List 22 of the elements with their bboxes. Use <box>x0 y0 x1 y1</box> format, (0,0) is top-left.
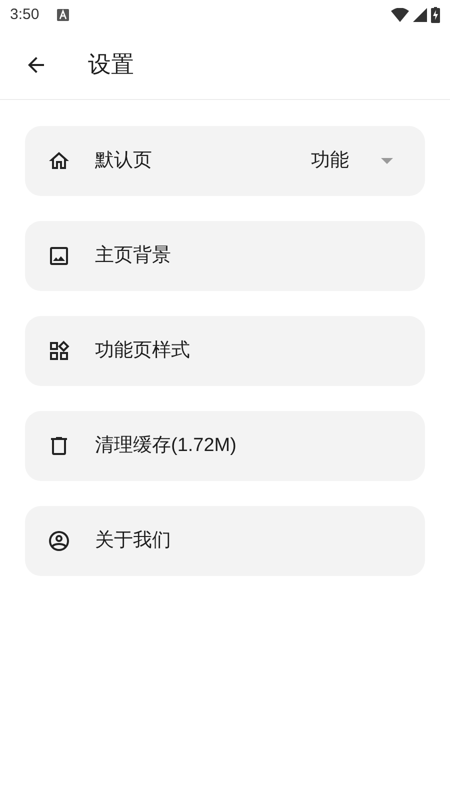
settings-item[interactable]: 默认页 功能 <box>25 126 425 196</box>
caret-icon <box>381 157 393 165</box>
signal-icon <box>413 8 427 22</box>
widgets-icon <box>47 339 71 363</box>
notification-icon <box>57 9 70 21</box>
wifi-icon <box>391 8 409 22</box>
account-icon <box>47 529 71 553</box>
item-label: 功能页样式 <box>95 338 190 363</box>
item-label: 默认页 <box>95 148 152 173</box>
settings-item[interactable]: 功能页样式 <box>25 316 425 386</box>
status-time: 3:50 <box>10 4 40 25</box>
dropdown-value: 功能 <box>311 148 349 173</box>
item-label: 清理缓存(1.72M) <box>95 434 236 458</box>
value-dropdown[interactable]: 功能 <box>311 146 393 176</box>
page-title: 设置 <box>88 50 134 80</box>
item-label: 关于我们 <box>95 528 171 553</box>
settings-item[interactable]: 主页背景 <box>25 221 425 291</box>
item-label: 主页背景 <box>95 244 171 268</box>
settings-item[interactable]: 清理缓存(1.72M) <box>25 411 425 481</box>
image-icon <box>47 244 71 268</box>
settings-item[interactable]: 关于我们 <box>25 506 425 576</box>
battery-icon <box>431 7 440 23</box>
